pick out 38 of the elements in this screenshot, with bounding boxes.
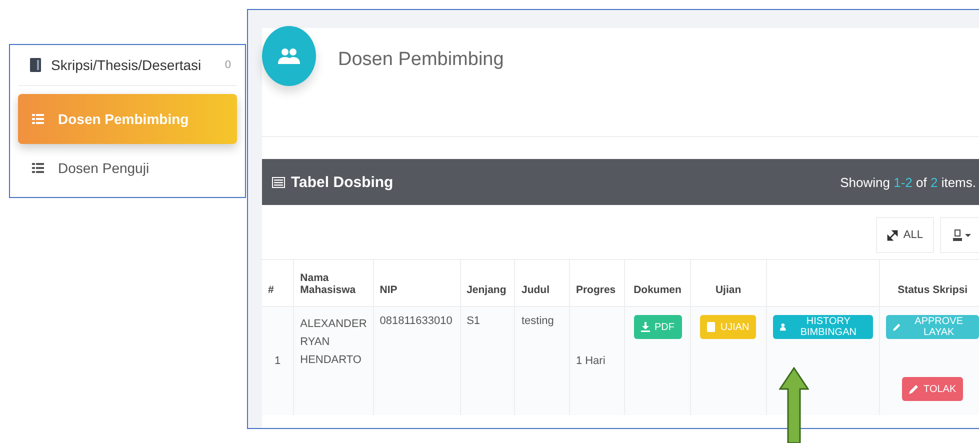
list-icon (32, 114, 44, 124)
table-cell: S1 (466, 315, 480, 327)
page-title: Dosen Pembimbing (338, 49, 504, 71)
column-header: NIP (380, 284, 398, 296)
section-label[interactable]: Skripsi/Thesis/Desertasi (51, 57, 215, 73)
pencil-icon (908, 384, 919, 394)
column-header: Judul (521, 284, 550, 296)
table-icon (272, 176, 285, 188)
approve-button[interactable]: APPROVE LAYAK (886, 315, 978, 339)
section-count: 0 (224, 59, 232, 71)
column-header: Progres (576, 284, 616, 296)
items-summary: Showing 1-2 of 2 items. (840, 174, 976, 190)
column-header: Nama Mahasiswa (300, 272, 356, 296)
user-icon (780, 322, 786, 332)
exam-button[interactable]: UJIAN (700, 315, 756, 339)
list-icon (32, 163, 44, 173)
column-header: Dokumen (634, 284, 682, 296)
history-button[interactable]: HISTORY BIMBINGAN (772, 315, 874, 339)
column-header: Ujian (715, 284, 742, 296)
table-cell-text: ALEXANDER RYAN HENDARTO (300, 317, 367, 368)
export-button[interactable] (940, 217, 979, 253)
column-header: Status Skripsi (898, 284, 968, 296)
show-all-button[interactable]: ALL (876, 217, 934, 253)
pencil-icon (893, 322, 902, 332)
download-icon (640, 322, 650, 332)
reject-button[interactable]: TOLAK (902, 377, 964, 401)
pdf-button[interactable]: PDF (634, 315, 682, 339)
export-icon (951, 229, 971, 241)
column-header: Jenjang (466, 284, 506, 296)
sidebar-item[interactable]: Dosen Pembimbing (18, 94, 237, 144)
table-title: Tabel Dosbing (291, 174, 394, 190)
column-header: # (268, 284, 274, 296)
table-cell: testing (521, 315, 554, 327)
table-cell: 1 (274, 355, 281, 367)
table-cell: 081811633010 (380, 315, 452, 327)
sidebar-item[interactable]: Dosen Penguji (18, 144, 237, 192)
table-cell: 1 Hari (576, 355, 606, 367)
expand-icon (887, 230, 898, 240)
